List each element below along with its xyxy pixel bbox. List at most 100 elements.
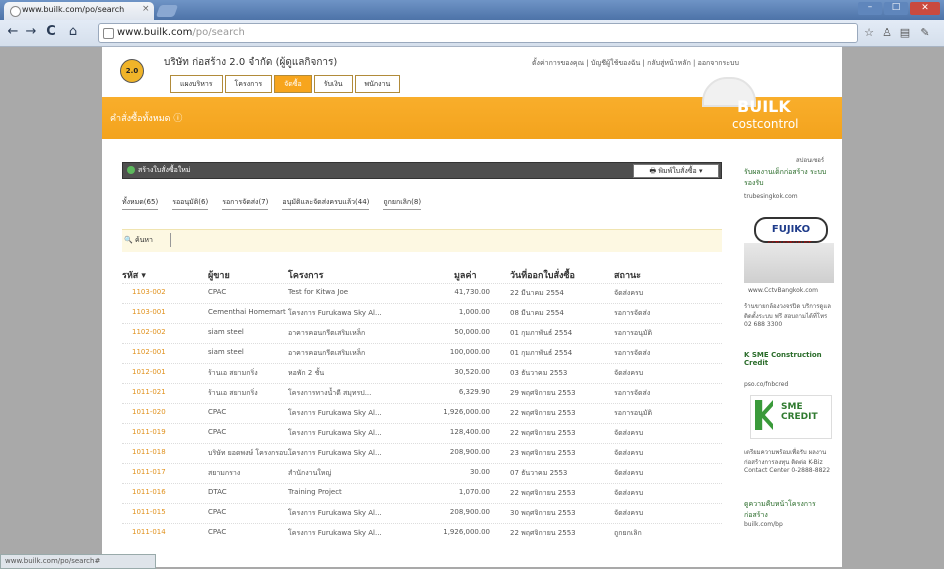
tab-close-icon[interactable]: ×: [142, 4, 150, 14]
table-row[interactable]: 1103-001 Cementhai Homemart โครงการ Furuka…: [122, 303, 722, 322]
filter-pending-approval[interactable]: รออนุมัติ(6): [172, 197, 209, 210]
date-cell: 30 พฤศจิกายน 2553: [510, 509, 576, 517]
filter-pending-delivery[interactable]: รอการจัดส่ง(7): [222, 197, 269, 210]
top-links[interactable]: ตั้งค่าการของคุณ | บัญชีผู้ใช้ของฉัน | ก…: [532, 58, 739, 69]
star-icon[interactable]: ☆: [862, 26, 876, 40]
col-header-code[interactable]: รหัส ▾: [122, 268, 146, 282]
po-code-link[interactable]: 1102-002: [132, 328, 166, 336]
col-header-project[interactable]: โครงการ: [288, 268, 323, 282]
po-code-link[interactable]: 1011-015: [132, 508, 166, 516]
table-row[interactable]: 1011-020 CPAC โครงการ Furukawa Sky Al... 1,…: [122, 403, 722, 422]
sme-url[interactable]: pso.co/fnbcred: [744, 381, 788, 388]
po-code-link[interactable]: 1102-001: [132, 348, 166, 356]
table-row[interactable]: 1102-002 siam steel อาคารคอนกรีตเสริมเหล็ก…: [122, 323, 722, 342]
amount-cell: 1,926,000.00: [443, 408, 490, 416]
vendor-cell: CPAC: [208, 528, 227, 536]
status-cell: จัดส่งครบ: [614, 509, 644, 517]
filter-all[interactable]: ทั้งหมด(65): [122, 197, 159, 210]
extension2-icon[interactable]: ▤: [898, 26, 912, 40]
new-tab-button[interactable]: [155, 5, 179, 17]
tab-purchasing[interactable]: จัดซื้อ: [274, 75, 312, 93]
table-row[interactable]: 1011-019 CPAC โครงการ Furukawa Sky Al... 12…: [122, 423, 722, 442]
brand-sub: costcontrol: [732, 117, 799, 131]
po-code-link[interactable]: 1011-016: [132, 488, 166, 496]
window-close-button[interactable]: ✕: [910, 2, 940, 15]
sme-title[interactable]: K SME Construction Credit: [744, 351, 834, 367]
po-code-link[interactable]: 1103-002: [132, 288, 166, 296]
url-host: www.builk.com: [117, 27, 193, 38]
po-code-link[interactable]: 1011-019: [132, 428, 166, 436]
vendor-cell: DTAC: [208, 488, 227, 496]
window-maximize-button[interactable]: □: [884, 2, 908, 15]
forward-button[interactable]: →: [24, 24, 38, 40]
table-row[interactable]: 1011-017 สยามกราง สำนักงานใหญ่ 30.00 07 ธันว…: [122, 463, 722, 482]
po-code-link[interactable]: 1011-021: [132, 388, 166, 396]
tab-employees[interactable]: พนักงาน: [354, 75, 401, 93]
table-row[interactable]: 1012-001 ร้านเอ สยามกริ่ง หอพัก 2 ชั้น 30,5…: [122, 363, 722, 382]
print-dropdown-button[interactable]: 🖶 พิมพ์ใบสั่งซื้อ ▾: [633, 164, 719, 178]
po-code-link[interactable]: 1011-020: [132, 408, 166, 416]
logo-badge[interactable]: 2.0: [120, 59, 144, 83]
address-bar[interactable]: www.builk.com/po/search: [98, 23, 858, 43]
filter-cancelled[interactable]: ถูกยกเลิก(8): [383, 197, 422, 210]
table-row[interactable]: 1011-018 บริษัท ยอดพงษ์ โครงกรอบ... โครงกา…: [122, 443, 722, 462]
search-input[interactable]: [170, 233, 175, 247]
table-row[interactable]: 1011-021 ร้านเอ สยามกริ่ง โครงการทางน้ำดี …: [122, 383, 722, 402]
promo1-title[interactable]: รับผลงานเด็กก่อสร้าง ระบบรองรับ: [744, 167, 834, 189]
reload-button[interactable]: C: [44, 24, 58, 40]
sme-logo-text: SME CREDIT: [781, 402, 818, 422]
window-minimize-button[interactable]: –: [858, 2, 882, 15]
new-order-button[interactable]: สร้างใบสั่งซื้อใหม่: [127, 165, 191, 176]
table-row[interactable]: 1011-014 CPAC โครงการ Furukawa Sky Al... 1,…: [122, 523, 722, 542]
cctv-image[interactable]: [744, 243, 834, 283]
col-header-date[interactable]: วันที่ออกใบสั่งซื้อ: [510, 268, 575, 282]
col-header-vendor[interactable]: ผู้ขาย: [208, 268, 230, 282]
vendor-cell: สยามกราง: [208, 469, 241, 477]
status-cell: จัดส่งครบ: [614, 369, 644, 377]
home-button[interactable]: ⌂: [66, 24, 80, 40]
status-cell: จัดส่งครบ: [614, 429, 644, 437]
back-button[interactable]: ←: [6, 24, 20, 40]
po-code-link[interactable]: 1012-001: [132, 368, 166, 376]
page-icon: [103, 28, 114, 39]
new-order-label: สร้างใบสั่งซื้อใหม่: [138, 166, 191, 174]
col-header-amount[interactable]: มูลค่า: [454, 268, 477, 282]
project-cell: โครงการ Furukawa Sky Al...: [288, 409, 382, 417]
amount-cell: 50,000.00: [454, 328, 490, 336]
status-filters: ทั้งหมด(65) รออนุมัติ(6) รอการจัดส่ง(7) …: [122, 197, 422, 210]
filter-delivered[interactable]: อนุมัติและจัดส่งครบแล้ว(44): [282, 197, 370, 210]
table-row[interactable]: 1011-015 CPAC โครงการ Furukawa Sky Al... 20…: [122, 503, 722, 522]
status-cell: จัดส่งครบ: [614, 489, 644, 497]
search-row: 🔍 ค้นหา: [122, 229, 722, 252]
tab-dashboard[interactable]: แผงบริหาร: [170, 75, 223, 93]
sme-credit-logo[interactable]: SME CREDIT: [750, 395, 832, 439]
url-text: www.builk.com/po/search: [117, 27, 245, 38]
footer-promo-title[interactable]: ดูความคืบหน้าโครงการ ก่อสร้าง: [744, 499, 834, 521]
table-row[interactable]: 1011-016 DTAC Training Project 1,070.00 22 พ…: [122, 483, 722, 502]
extension-icon[interactable]: ♙: [880, 26, 894, 40]
project-cell: โครงการ Furukawa Sky Al...: [288, 529, 382, 537]
fujiko-logo[interactable]: FUJIKO: [754, 217, 828, 243]
vendor-cell: ร้านเอ สยามกริ่ง: [208, 389, 258, 397]
search-button[interactable]: 🔍 ค้นหา: [124, 235, 153, 246]
po-code-link[interactable]: 1011-017: [132, 468, 166, 476]
sidebar-ads: สปอนเซอร์ รับผลงานเด็กก่อสร้าง ระบบรองรั…: [744, 155, 834, 565]
vendor-cell: CPAC: [208, 288, 227, 296]
tab-receipts[interactable]: รับเงิน: [313, 75, 353, 93]
po-code-link[interactable]: 1011-014: [132, 528, 166, 536]
po-code-link[interactable]: 1103-001: [132, 308, 166, 316]
promo1-url[interactable]: trubesingkok.com: [744, 193, 798, 200]
project-cell: หอพัก 2 ชั้น: [288, 369, 325, 377]
vendor-cell: siam steel: [208, 348, 244, 356]
date-cell: 01 กุมภาพันธ์ 2554: [510, 349, 573, 357]
po-code-link[interactable]: 1011-018: [132, 448, 166, 456]
fujiko-url[interactable]: www.CctvBangkok.com: [748, 287, 818, 294]
table-row[interactable]: 1103-002 CPAC Test for Kitwa Joe 41,730.00 2…: [122, 283, 722, 302]
wrench-icon[interactable]: ✎: [918, 26, 932, 40]
table-row[interactable]: 1102-001 siam steel อาคารคอนกรีตเสริมเหล็ก…: [122, 343, 722, 362]
status-cell: จัดส่งครบ: [614, 469, 644, 477]
browser-tab[interactable]: www.builk.com/po/search ×: [4, 2, 154, 20]
tab-projects[interactable]: โครงการ: [224, 75, 273, 93]
col-header-status[interactable]: สถานะ: [614, 268, 641, 282]
footer-promo-url[interactable]: builk.com/bp: [744, 521, 783, 528]
